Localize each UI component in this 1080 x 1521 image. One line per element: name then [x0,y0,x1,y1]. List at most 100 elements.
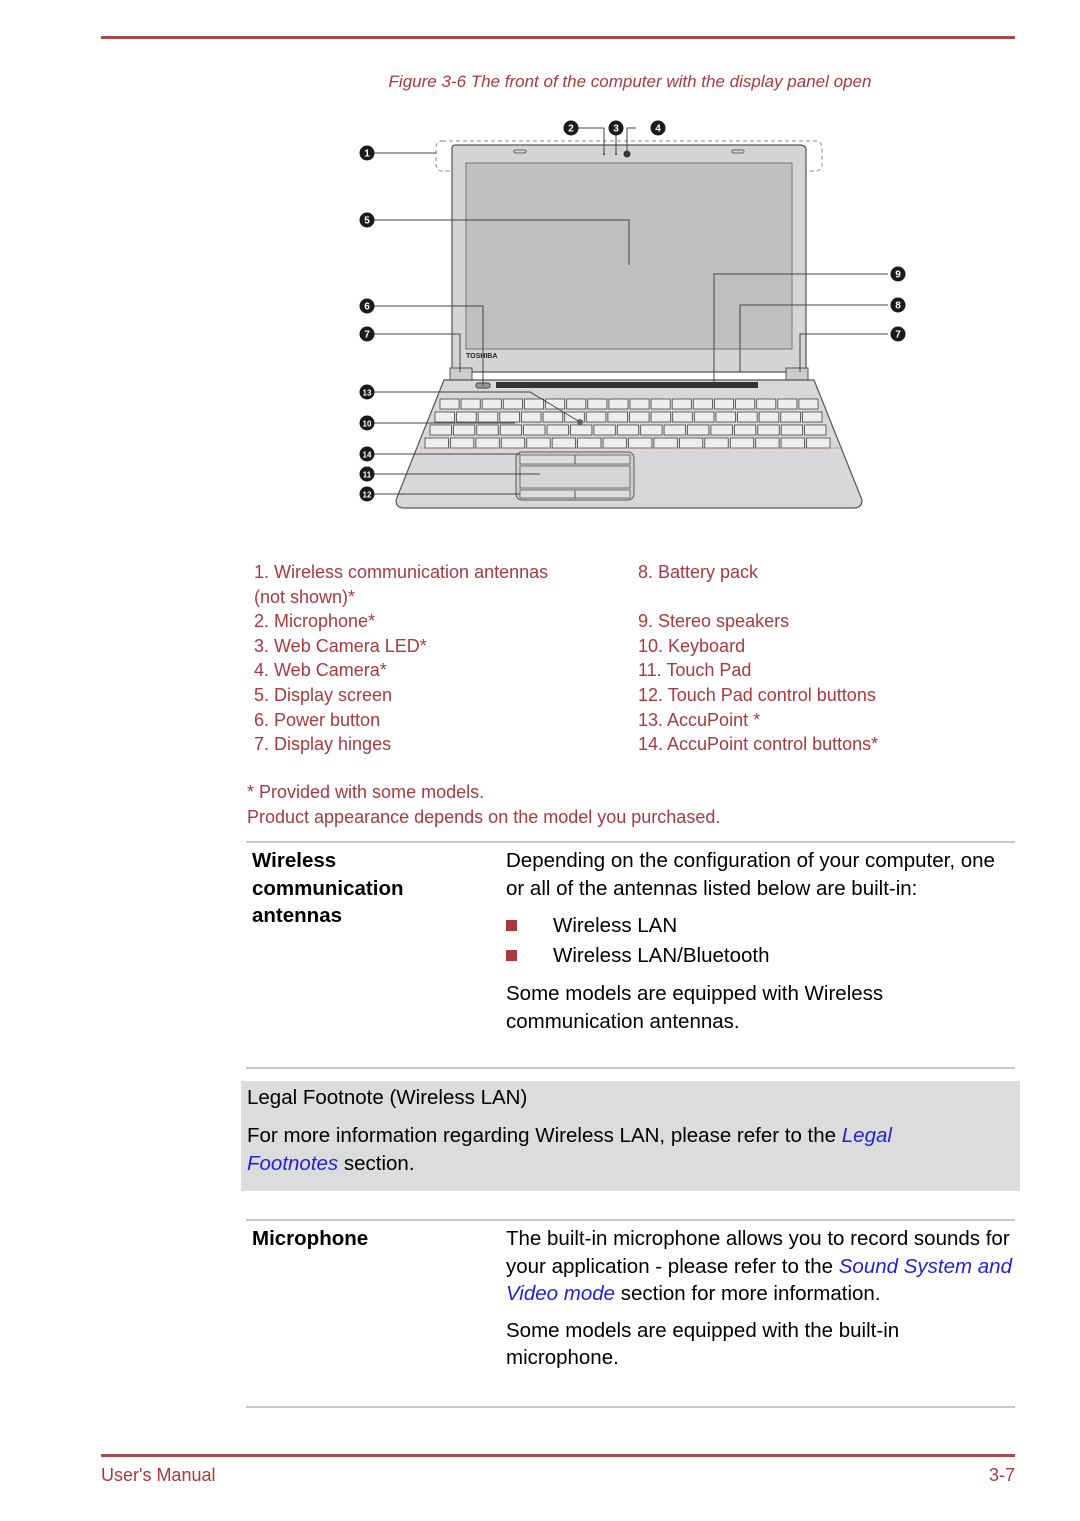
callout-number: 8 [895,301,901,312]
keyboard-key [713,398,734,410]
keyboard-key [523,424,546,436]
page-number: 3-7 [988,1465,1015,1485]
callout-number: 7 [895,330,901,341]
callout-number: 12 [363,491,372,500]
list-item-text: Wireless LAN [553,914,678,937]
callout-number: 14 [363,451,372,460]
description-microphone: The built-in microphone allows you to re… [506,1225,1016,1381]
keyboard-key [777,398,798,410]
list-item-text: Wireless LAN/Bluetooth [553,944,770,967]
keyboard-key [629,411,650,423]
text: section. [338,1152,415,1175]
legend-item: 1. Wireless communication antennas [254,562,549,582]
legend-item: 13. AccuPoint * [638,709,761,730]
legend-item: 2. Microphone* [254,611,376,632]
legend-item: 4. Web Camera* [254,660,387,681]
list-item: Wireless LAN/Bluetooth [506,941,1016,971]
keyboard-key [650,411,672,423]
list-item: Wireless LAN [506,911,1016,941]
keyboard-key [780,411,801,423]
keyboard-key [481,398,502,410]
keyboard-key [566,398,587,410]
figure-notes: * Provided with some models. Product app… [247,780,720,829]
keyboard-key [585,411,607,423]
keyboard-key [523,398,544,410]
bullet-square-icon [506,950,517,961]
keyboard-key [587,398,608,410]
keyboard-key [570,424,593,436]
keyboard-key [551,437,576,449]
section-divider [246,841,1015,843]
keyboard-key [607,411,628,423]
bullet-square-icon [506,920,517,931]
legal-footnote-text: For more information regarding Wireless … [247,1122,987,1178]
laptop-front-illustration: TOSHIBA 12 3 4567 7891011121314 [359,120,906,509]
term-line: antennas [252,904,342,927]
keyboard-key [542,411,564,423]
legal-footnote-title: Legal Footnote (Wireless LAN) [247,1086,528,1109]
keyboard-key [477,411,499,423]
keyboard-key [429,424,452,436]
text: For more information regarding Wireless … [247,1124,842,1147]
callout-number: 2 [568,124,574,135]
keyboard-key [704,437,729,449]
keyboard-key [424,437,449,449]
touch-pad [519,465,631,489]
keyboard-key [520,411,542,423]
callout-number: 7 [364,330,370,341]
keyboard-key [460,398,481,410]
section-divider [246,1067,1015,1069]
keyboard-key [650,398,671,410]
keyboard-key [780,437,805,449]
microphone-text: The built-in microphone allows you to re… [506,1225,1016,1308]
legend-item: (not shown)* [254,586,356,607]
keyboard-key [628,437,653,449]
keyboard-key [608,398,629,410]
legend-item: 8. Battery pack [638,562,759,582]
keyboard-key [692,398,713,410]
microphone-outro: Some models are equipped with the built-… [506,1318,900,1370]
term-line: Wireless [252,849,337,872]
callout-number: 10 [363,420,372,429]
callout-number: 5 [364,216,370,227]
header-rule [101,36,1015,39]
keyboard-key [663,424,686,436]
term-microphone: Microphone [252,1227,369,1250]
keyboard-key [710,424,733,436]
keyboard-key [602,437,627,449]
keyboard-key [456,411,477,423]
keyboard-key [500,437,526,449]
term-line: communication [252,876,404,900]
legend-right-column: 8. Battery pack 9. Stereo speakers 10. K… [638,560,958,757]
legend-item: 3. Web Camera LED* [254,635,427,656]
keyboard-key [439,398,460,410]
keyboard-key [499,424,522,436]
callout-number: 9 [895,270,901,281]
callout-number: 6 [364,302,370,313]
footer-title: User's Manual [101,1465,216,1485]
keyboard-key [729,437,755,449]
keyboard-key [616,424,640,436]
keyboard-key [693,411,715,423]
wireless-outro: Some models are equipped with Wireless c… [506,982,884,1033]
keyboard-key [672,411,693,423]
description-wireless: Depending on the configuration of your c… [506,847,1016,1044]
keyboard-key [780,424,804,436]
legend-item: 14. AccuPoint control buttons* [638,734,879,755]
keyboard-key [737,411,758,423]
speaker-grille [496,382,758,388]
legend-item: 11. Touch Pad [638,660,752,681]
callout-number: 11 [363,471,372,480]
legend-left-column: 1. Wireless communication antennas (not … [254,560,634,757]
keyboard-key [502,398,523,410]
appearance-note: Product appearance depends on the model … [247,806,721,827]
legend-item: 9. Stereo speakers [638,611,790,632]
keyboard-key [735,398,756,410]
keyboard-key [526,437,551,449]
keyboard-key [755,437,780,449]
keyboard-key [546,424,569,436]
wireless-intro: Depending on the configuration of your c… [506,849,995,900]
asterisk-note: * Provided with some models. [247,782,485,802]
callout-number: 3 [613,124,619,135]
keyboard-key [758,411,780,423]
